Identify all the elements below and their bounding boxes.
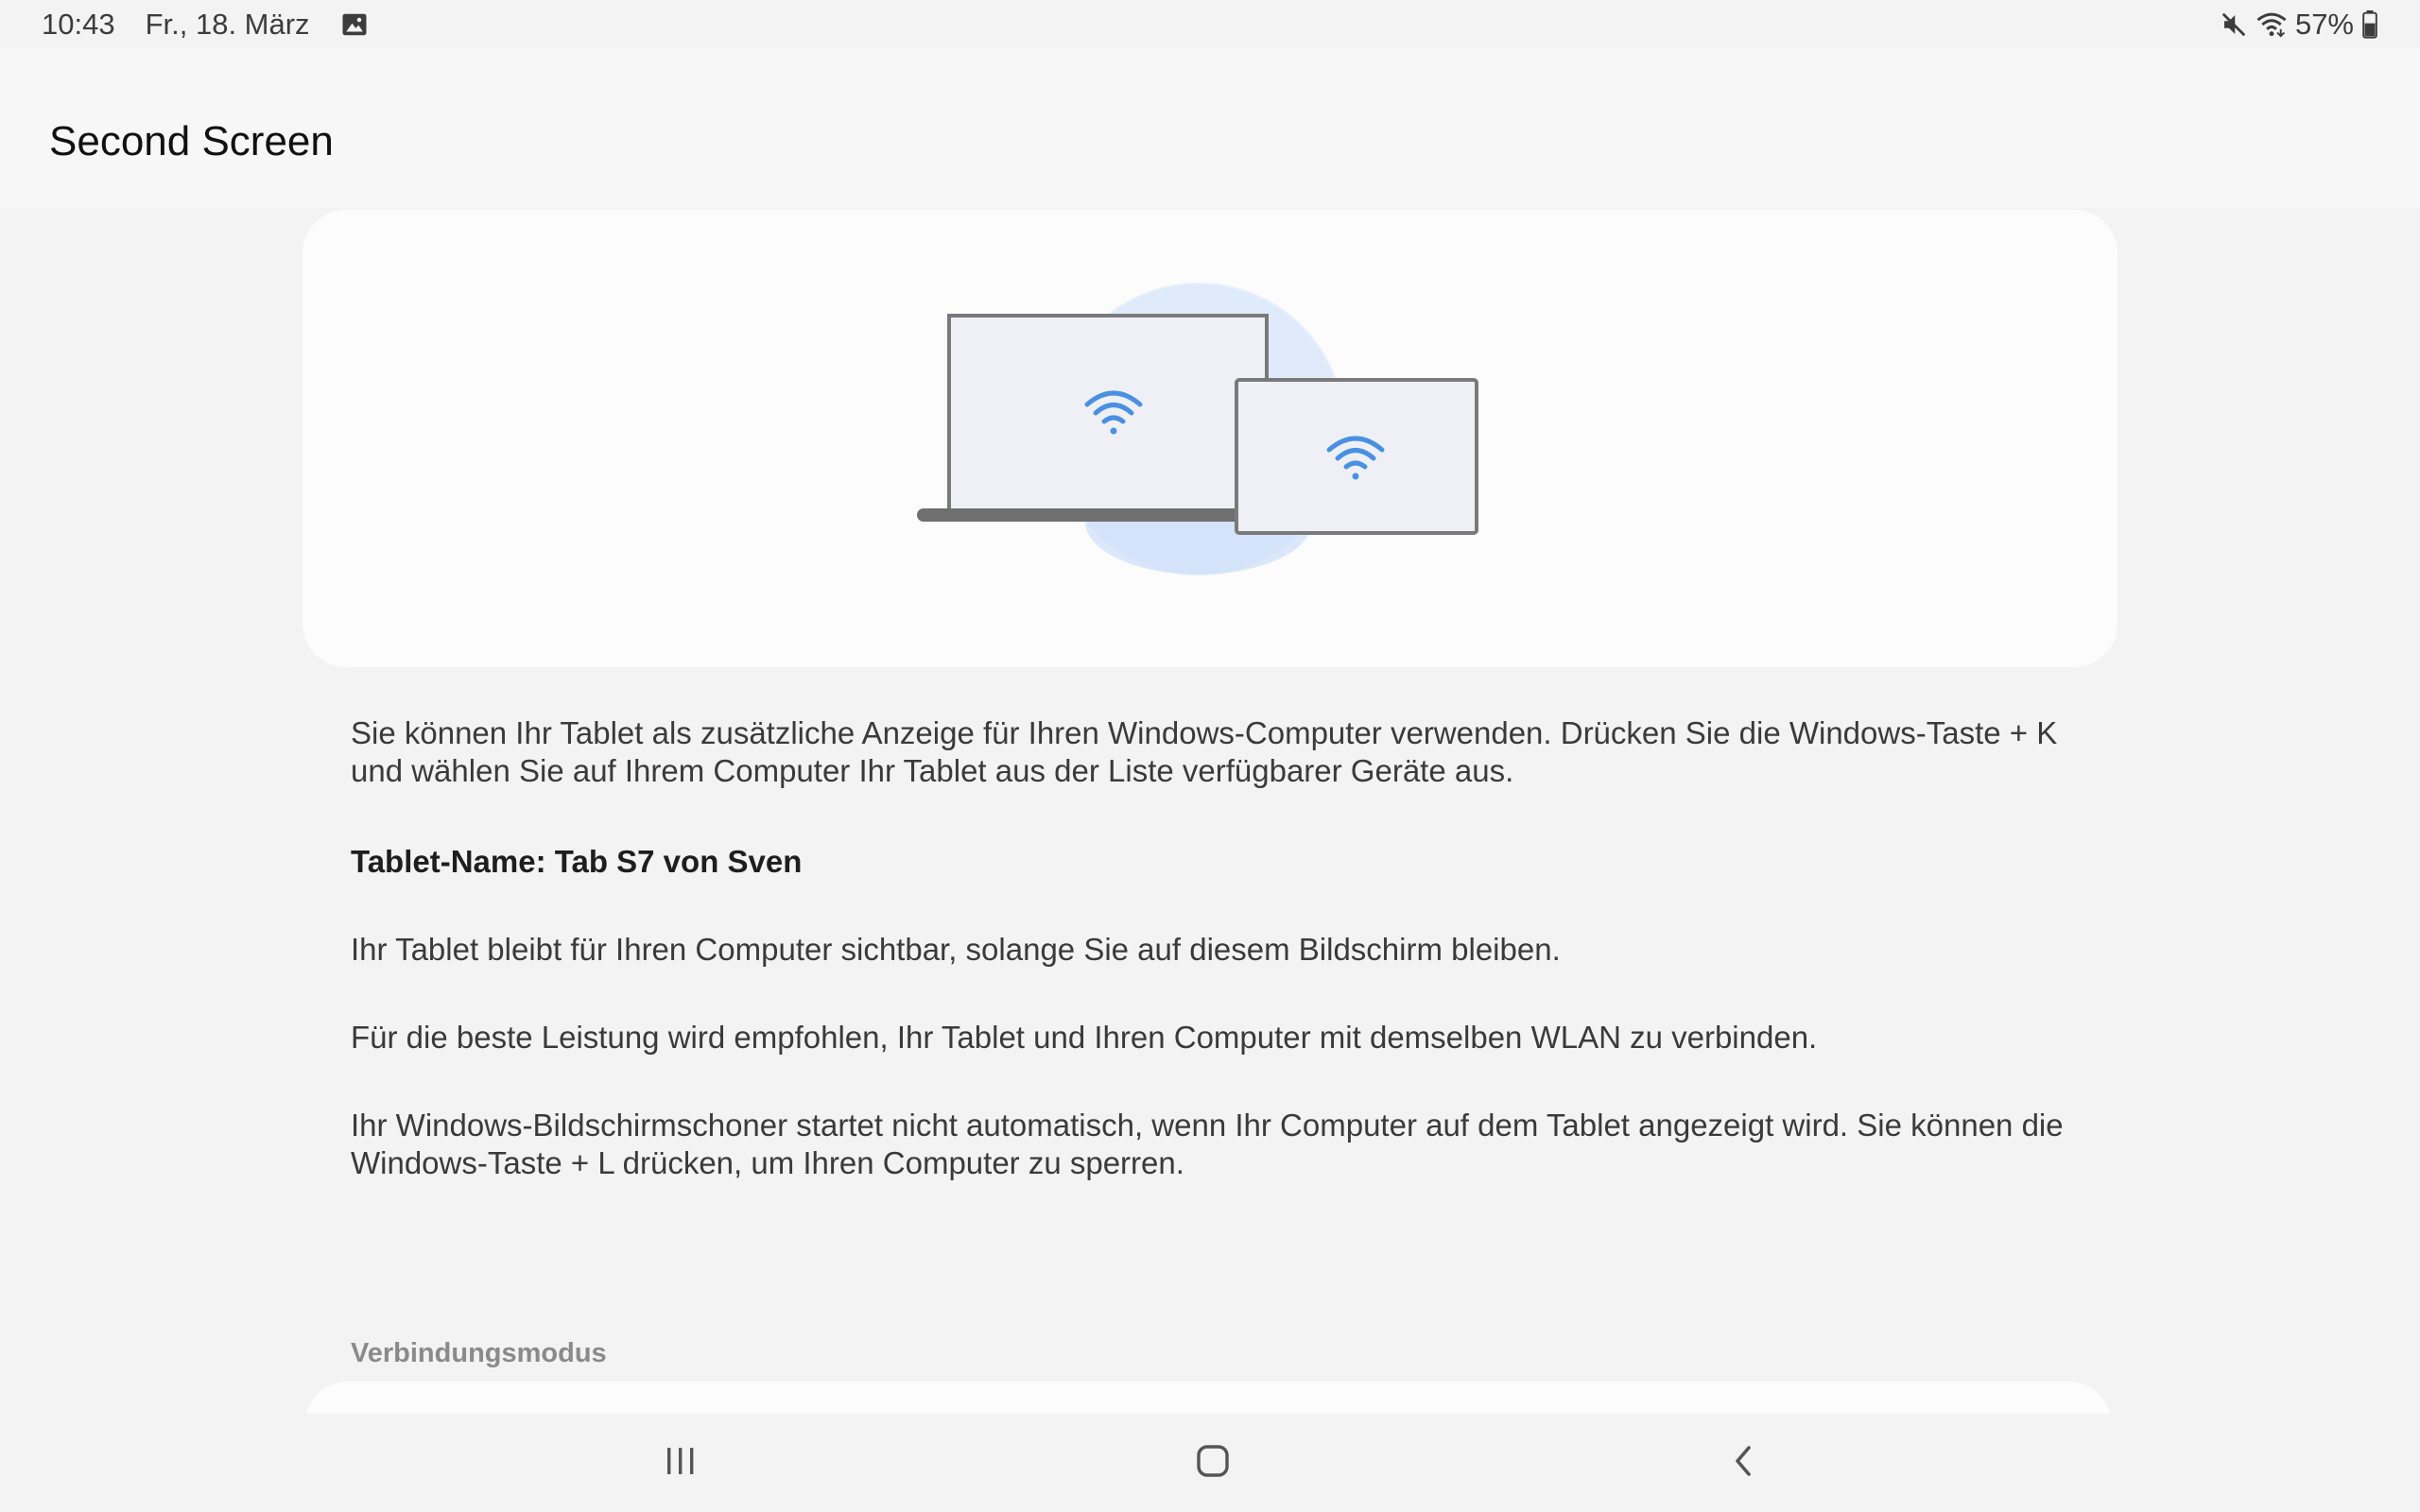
app-bar: Second Screen <box>0 49 2420 208</box>
description-paragraph: Sie können Ihr Tablet als zusätzliche An… <box>351 715 2058 788</box>
screensaver-note: Ihr Windows-Bildschirmschoner startet ni… <box>351 1108 2064 1180</box>
wifi-icon <box>2256 10 2288 39</box>
image-icon <box>340 10 369 39</box>
status-time: 10:43 <box>42 8 115 41</box>
mute-icon <box>2220 10 2248 39</box>
tablet-icon <box>1235 378 1478 535</box>
battery-icon <box>2361 10 2378 39</box>
recent-apps-icon[interactable] <box>643 1433 718 1489</box>
home-icon[interactable] <box>1175 1433 1251 1489</box>
status-bar: 10:43 Fr., 18. März 57% <box>0 0 2420 49</box>
second-screen-illustration <box>917 283 1478 576</box>
page-title: Second Screen <box>49 118 334 164</box>
status-date: Fr., 18. März <box>145 8 310 41</box>
back-icon[interactable] <box>1706 1433 1782 1489</box>
section-header-connection-mode: Verbindungsmodus <box>351 1338 607 1368</box>
visibility-note: Ihr Tablet bleibt für Ihren Computer sic… <box>351 932 1561 967</box>
navigation-bar <box>0 1414 2420 1512</box>
battery-level: 57% <box>2294 8 2354 41</box>
tablet-name: Tablet-Name: Tab S7 von Sven <box>351 844 803 879</box>
wlan-note: Für die beste Leistung wird empfohlen, I… <box>351 1020 1818 1055</box>
illustration-card <box>302 210 2118 667</box>
